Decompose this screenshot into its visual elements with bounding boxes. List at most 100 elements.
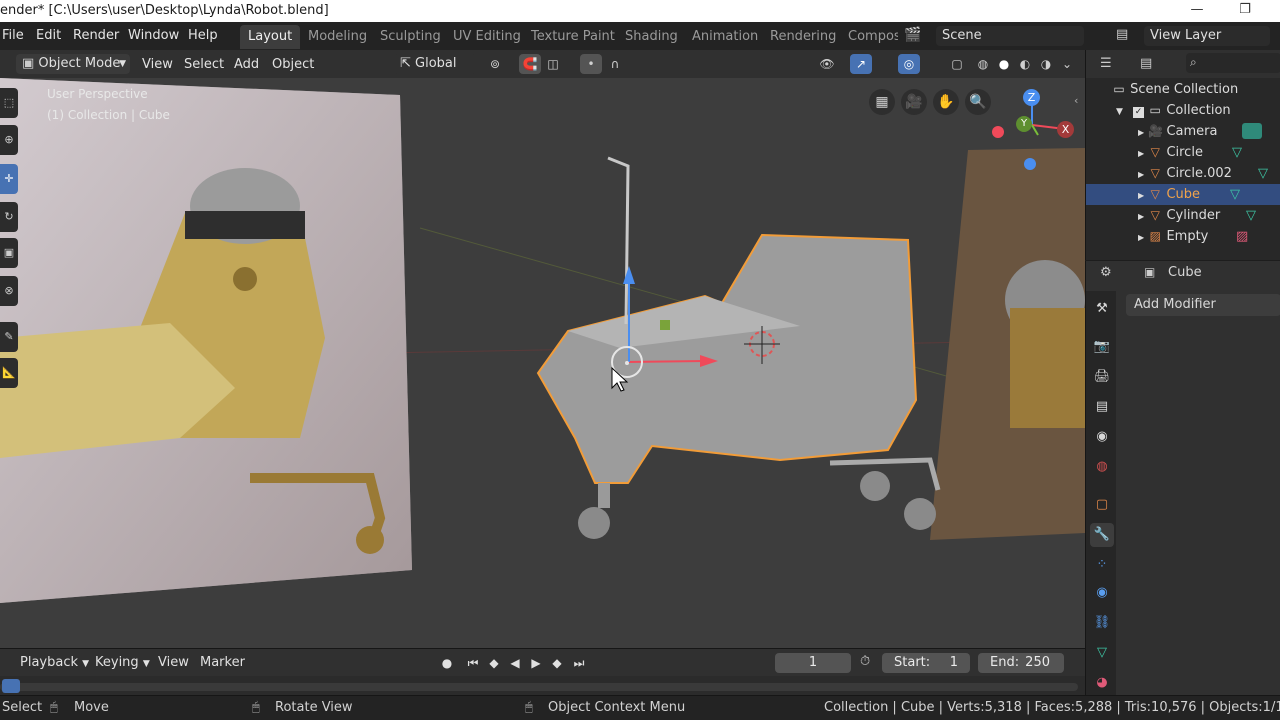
restore-button[interactable]: ❐ — [1222, 0, 1268, 22]
rotate-tool-icon[interactable]: ↻ — [0, 202, 18, 232]
checkbox-icon[interactable]: ✓ — [1133, 107, 1145, 118]
overlays-icon[interactable]: ◎ — [898, 54, 920, 74]
menu-render[interactable]: Render — [73, 28, 119, 43]
camera-data-icon[interactable] — [1242, 123, 1262, 139]
falloff-icon[interactable]: ∩ — [604, 54, 626, 74]
outliner-item-camera[interactable]: ▶ 🎥 Camera — [1086, 121, 1280, 142]
gizmo-z-button[interactable]: Z — [1023, 89, 1040, 106]
menu-edit[interactable]: Edit — [36, 28, 61, 43]
scene-icon[interactable]: 🎬 — [904, 27, 921, 43]
world-tab-icon[interactable]: ◍ — [1090, 455, 1114, 479]
jump-end-icon[interactable]: ⏭ — [570, 654, 588, 672]
play-reverse-icon[interactable]: ◀ — [506, 654, 524, 672]
tab-layout[interactable]: Layout — [240, 25, 301, 49]
stopwatch-icon[interactable]: ⏱ — [860, 654, 870, 669]
play-icon[interactable]: ▶ — [527, 654, 545, 672]
wireframe-shading-icon[interactable]: ◍ — [972, 54, 994, 74]
particles-tab-icon[interactable]: ⁘ — [1090, 553, 1114, 577]
gizmo-x-button[interactable]: X — [1057, 121, 1074, 138]
material-tab-icon[interactable]: ◕ — [1090, 671, 1114, 695]
toggle-perspective-icon[interactable]: ▦ — [869, 89, 895, 115]
minimize-button[interactable]: — — [1174, 0, 1220, 22]
mesh-data-icon[interactable]: ▽ — [1246, 205, 1256, 226]
material-shading-icon[interactable]: ◐ — [1014, 54, 1036, 74]
transform-tool-icon[interactable]: ⊗ — [0, 276, 18, 306]
select-menu[interactable]: Select — [184, 54, 224, 76]
cursor-tool-icon[interactable]: ⊕ — [0, 125, 18, 155]
mesh-data-icon[interactable]: ▽ — [1232, 142, 1242, 163]
view-layer-tab-icon[interactable]: ▤ — [1090, 395, 1114, 419]
gizmo-icon[interactable]: ↗ — [850, 54, 872, 74]
move-tool-icon[interactable]: ✛ — [0, 164, 18, 194]
measure-tool-icon[interactable]: 📐 — [0, 358, 18, 388]
xray-icon[interactable]: ▢ — [946, 54, 968, 74]
tab-modeling[interactable]: Modeling — [300, 25, 375, 49]
menu-window[interactable]: Window — [128, 28, 179, 43]
editor-type-icon[interactable]: ☰ — [1100, 56, 1112, 71]
record-icon[interactable]: ● — [438, 654, 456, 672]
current-frame-field[interactable]: 1 — [775, 653, 851, 673]
proportional-edit-icon[interactable]: • — [580, 54, 602, 74]
select-box-tool-icon[interactable]: ⬚ — [0, 88, 18, 118]
zoom-view-icon[interactable]: 🔍 — [965, 89, 991, 115]
pan-view-icon[interactable]: ✋ — [933, 89, 959, 115]
object-tab-icon[interactable]: ▢ — [1090, 493, 1114, 517]
annotate-tool-icon[interactable]: ✎ — [0, 322, 18, 352]
editor-type-icon[interactable]: ⚙ — [1100, 265, 1112, 280]
view-layer-icon[interactable]: ▤ — [1116, 27, 1128, 42]
camera-view-icon[interactable]: 🎥 — [901, 89, 927, 115]
scale-tool-icon[interactable]: ▣ — [0, 238, 18, 268]
scene-field[interactable]: Scene — [936, 26, 1084, 46]
3d-viewport[interactable]: Z X Y User Perspective (1) Collection | … — [0, 78, 1085, 648]
start-frame-field[interactable]: Start: 1 — [882, 653, 970, 673]
mesh-data-icon[interactable]: ▽ — [1258, 163, 1268, 184]
keying-menu[interactable]: Keying ▼ — [95, 653, 150, 673]
outliner-collection[interactable]: ▼ ✓ ▭ Collection — [1086, 100, 1280, 121]
visibility-icon[interactable]: 👁 — [816, 54, 838, 74]
outliner-item-circle-002[interactable]: ▶ ▽ Circle.002 ▽ — [1086, 163, 1280, 184]
playhead[interactable] — [2, 679, 20, 693]
outliner-item-cylinder[interactable]: ▶ ▽ Cylinder ▽ — [1086, 205, 1280, 226]
menu-help[interactable]: Help — [188, 28, 218, 43]
mode-select[interactable]: ▣ Object Mode ▼ — [16, 54, 130, 74]
tool-tab-icon[interactable]: ⚒ — [1090, 297, 1114, 321]
marker-menu[interactable]: Marker — [200, 653, 245, 673]
mesh-data-tab-icon[interactable]: ▽ — [1090, 641, 1114, 665]
tab-animation[interactable]: Animation — [684, 25, 766, 49]
outliner-scene-collection[interactable]: ▭ Scene Collection — [1086, 79, 1280, 100]
output-tab-icon[interactable]: 🖨 — [1090, 365, 1114, 389]
outliner-item-empty[interactable]: ▶ ▨ Empty ▨ — [1086, 226, 1280, 247]
add-modifier-button[interactable]: Add Modifier — [1126, 294, 1280, 316]
tab-compositing[interactable]: Compos — [840, 25, 898, 49]
view-layer-field[interactable]: View Layer — [1144, 26, 1270, 46]
sidebar-toggle-icon[interactable]: ‹ — [1074, 94, 1078, 107]
playback-menu[interactable]: Playback ▼ — [20, 653, 89, 673]
constraints-tab-icon[interactable]: ⛓ — [1090, 611, 1114, 635]
tab-rendering[interactable]: Rendering — [762, 25, 844, 49]
render-tab-icon[interactable]: 📷 — [1090, 335, 1114, 359]
modifier-tab-icon[interactable]: 🔧 — [1090, 523, 1114, 547]
snap-target-icon[interactable]: ◫ — [542, 54, 564, 74]
outliner-item-circle[interactable]: ▶ ▽ Circle ▽ — [1086, 142, 1280, 163]
prev-keyframe-icon[interactable]: ◆ — [485, 654, 503, 672]
object-menu[interactable]: Object — [272, 54, 314, 76]
gizmo-y-button[interactable]: Y — [1016, 116, 1032, 132]
tab-shading[interactable]: Shading — [617, 25, 686, 49]
rendered-shading-icon[interactable]: ◑ — [1035, 54, 1057, 74]
scene-tab-icon[interactable]: ◉ — [1090, 425, 1114, 449]
image-data-icon[interactable]: ▨ — [1236, 226, 1248, 247]
tab-uv-editing[interactable]: UV Editing — [445, 25, 529, 49]
tab-texture-paint[interactable]: Texture Paint — [523, 25, 623, 49]
outliner-item-cube[interactable]: ▶ ▽ Cube ▽ — [1086, 184, 1280, 205]
display-mode-icon[interactable]: ▤ — [1140, 56, 1152, 71]
timeline-view-menu[interactable]: View — [158, 653, 189, 673]
menu-file[interactable]: File — [2, 28, 24, 43]
add-menu[interactable]: Add — [234, 54, 259, 76]
timeline-scrubber[interactable] — [0, 683, 1078, 691]
physics-tab-icon[interactable]: ◉ — [1090, 581, 1114, 605]
transform-orientation-select[interactable]: ⇱ Global — [394, 54, 476, 74]
next-keyframe-icon[interactable]: ◆ — [548, 654, 566, 672]
pivot-icon[interactable]: ⊚ — [484, 54, 506, 74]
tab-sculpting[interactable]: Sculpting — [372, 25, 449, 49]
view-menu[interactable]: View — [142, 54, 173, 76]
